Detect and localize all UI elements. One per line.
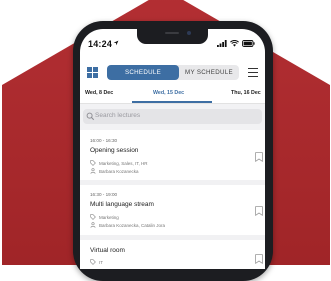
session-tags-text: IT [99,259,103,265]
search-input[interactable]: Search lectures [83,109,262,124]
tag-icon [90,160,96,166]
person-icon [90,222,96,228]
bookmark-icon[interactable] [255,206,263,216]
search-section: Search lectures [80,104,265,130]
session-tags-text: Marketing [99,214,119,220]
grid-icon[interactable] [87,67,98,78]
tab-my-schedule[interactable]: MY SCHEDULE [179,65,239,80]
session-speakers: Barbara Kozanecka, Catalin Jora [90,222,165,228]
search-icon [86,112,95,121]
session-speakers-text: Barbara Kozanecka [99,168,139,174]
session-title: Opening session [90,147,139,154]
tab-schedule[interactable]: SCHEDULE [107,65,179,80]
session-card[interactable]: 16:30 - 19:00 Multi language stream Mark… [80,185,265,240]
bookmark-icon[interactable] [255,254,263,264]
date-tab-wed-8-dec[interactable]: Wed, 8 Dec [85,90,113,96]
battery-icon [242,40,255,47]
hamburger-menu-icon[interactable] [248,68,258,77]
date-tab-thu-16-dec[interactable]: Thu, 16 Dec [231,90,261,96]
active-date-indicator [132,101,212,103]
session-speakers-text: Barbara Kozanecka, Catalin Jora [99,222,166,228]
search-placeholder: Search lectures [95,112,141,119]
status-time: 14:24 [88,39,113,49]
person-icon [90,168,96,174]
date-tab-wed-15-dec[interactable]: Wed, 15 Dec [153,90,184,96]
session-title: Multi language stream [90,201,154,208]
wifi-icon [230,40,239,47]
date-tabs: Wed, 8 Dec Wed, 15 Dec Thu, 16 Dec [80,86,265,104]
session-speakers: Barbara Kozanecka [90,168,139,174]
phone-screen: 14:24 SCHEDULE MY SCHEDULE Wed, 8 Dec We… [80,29,265,269]
bookmark-icon[interactable] [255,152,263,162]
session-tags: Marketing [90,214,119,220]
cellular-signal-icon [217,40,227,47]
tag-icon [90,259,96,265]
session-time: 16:00 - 16:30 [90,138,118,143]
session-title: Virtual room [90,247,125,254]
session-tags: IT [90,259,103,265]
phone-notch [137,29,208,44]
front-camera [187,31,191,35]
speaker-grille [165,32,179,34]
session-tags: Marketing, Sales, IT, HR [90,160,148,166]
tag-icon [90,214,96,220]
schedule-segmented-control: SCHEDULE MY SCHEDULE [107,65,239,80]
session-card[interactable]: 16:00 - 16:30 Opening session Marketing,… [80,130,265,185]
app-header: SCHEDULE MY SCHEDULE [80,63,265,83]
session-tags-text: Marketing, Sales, IT, HR [99,160,148,166]
location-arrow-icon [113,40,119,46]
session-time: 16:30 - 19:00 [90,192,118,197]
